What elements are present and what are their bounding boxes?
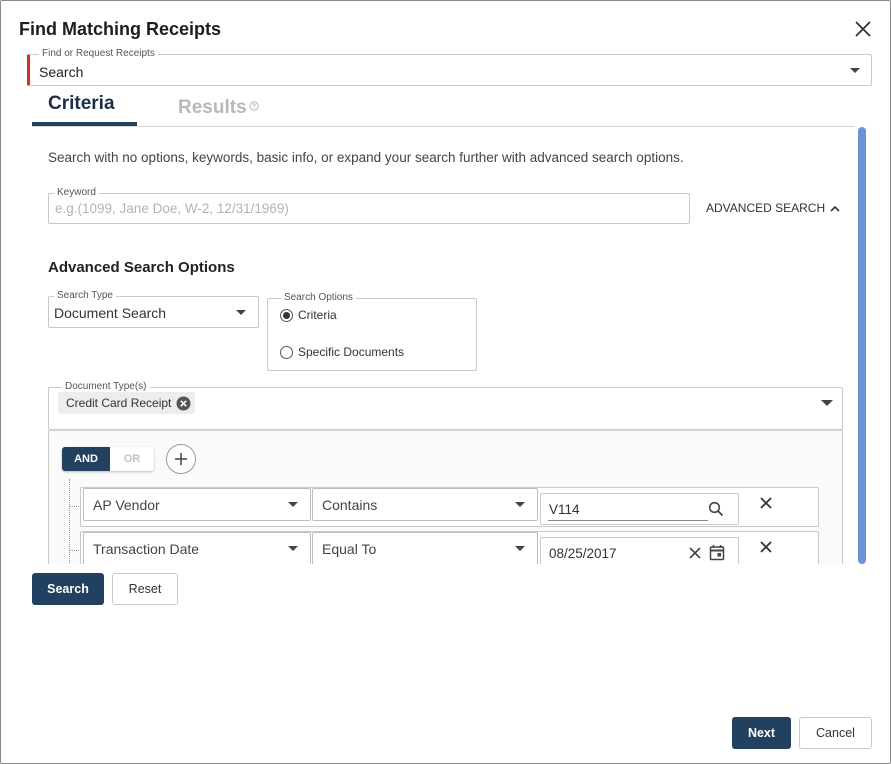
find-matching-receipts-dialog: Find Matching Receipts Find or Request R… [0,0,891,764]
tree-connector [69,479,70,564]
chevron-up-icon [830,205,840,212]
radio-specific-documents[interactable]: Specific Documents [280,345,404,359]
calendar-icon[interactable] [709,544,725,561]
dialog-title: Find Matching Receipts [19,19,222,39]
vertical-scrollbar[interactable] [858,127,866,564]
chevron-down-icon [850,68,860,73]
keyword-field[interactable]: Keyword [48,187,690,224]
help-icon [248,101,259,111]
rule-field-select[interactable]: Transaction Date [83,532,311,564]
remove-rule-icon[interactable] [758,539,774,555]
search-button[interactable]: Search [32,573,104,605]
advanced-search-toggle[interactable]: ADVANCED SEARCH [706,201,840,215]
rule-row: AP Vendor Contains [80,487,819,527]
radio-criteria-indicator[interactable] [280,308,293,322]
close-icon [855,21,871,37]
rule-value-field[interactable] [540,493,739,525]
add-rule-button[interactable] [166,444,196,474]
remove-chip-icon[interactable] [176,396,191,411]
rule-field-value: Transaction Date [93,541,200,557]
rule-field-value: AP Vendor [93,497,160,513]
rule-operator-value: Contains [322,497,378,513]
remove-rule-icon[interactable] [758,495,774,511]
find-or-request-value: Search [39,64,84,80]
rule-operator-value: Equal To [322,541,377,557]
search-type-select[interactable]: Search Type Document Search [48,290,259,328]
advanced-search-label: ADVANCED SEARCH [706,201,826,215]
search-options-group: Search Options Criteria Specific Documen… [267,292,477,371]
rule-date-field[interactable] [540,537,739,564]
chevron-down-icon [515,502,525,507]
close-button[interactable] [851,17,875,41]
next-button[interactable]: Next [732,717,791,749]
document-type-chip: Credit Card Receipt [58,392,196,414]
find-or-request-select[interactable]: Find or Request Receipts Search [27,48,872,86]
search-options-label: Search Options [281,292,356,303]
chevron-down-icon [236,310,246,315]
radio-specific-documents-indicator[interactable] [280,345,293,359]
chevron-down-icon [821,400,833,406]
radio-specific-documents-label: Specific Documents [298,345,405,359]
chevron-down-icon [515,546,525,551]
tab-criteria[interactable]: Criteria [48,93,115,115]
advanced-search-heading: Advanced Search Options [48,259,235,276]
rule-date-input[interactable] [541,538,691,564]
plus-icon [175,453,187,465]
chevron-down-icon [288,502,298,507]
chevron-down-icon [288,546,298,551]
rule-operator-select[interactable]: Contains [312,488,538,521]
query-builder: AND OR AP Vendor Contains V114 Transacti… [48,430,843,564]
keyword-input[interactable] [49,194,689,223]
logic-and-button[interactable]: AND [62,447,110,471]
search-type-label: Search Type [54,290,116,301]
rule-field-select[interactable]: AP Vendor [83,488,311,521]
logic-or-button[interactable]: OR [110,447,154,471]
logic-toggle: AND OR [62,447,154,471]
clear-icon[interactable] [688,546,702,560]
document-type-chip-label: Credit Card Receipt [66,396,172,410]
search-icon[interactable] [708,501,724,517]
rule-operator-select[interactable]: Equal To [312,532,538,564]
rule-row: Transaction Date Equal To [80,531,819,564]
document-types-select[interactable]: Document Type(s) Credit Card Receipt [48,381,843,430]
radio-criteria-label: Criteria [298,308,337,322]
input-underline [548,520,708,521]
find-or-request-label: Find or Request Receipts [39,48,158,59]
criteria-panel: Search with no options, keywords, basic … [32,127,855,564]
document-types-label: Document Type(s) [62,381,150,392]
search-type-value: Document Search [54,305,167,321]
tab-results[interactable]: Results [178,97,259,119]
cancel-button[interactable]: Cancel [799,717,872,749]
reset-button[interactable]: Reset [112,573,178,605]
criteria-intro-text: Search with no options, keywords, basic … [48,150,684,165]
tab-results-label: Results [178,97,247,118]
radio-criteria[interactable]: Criteria [280,308,337,322]
